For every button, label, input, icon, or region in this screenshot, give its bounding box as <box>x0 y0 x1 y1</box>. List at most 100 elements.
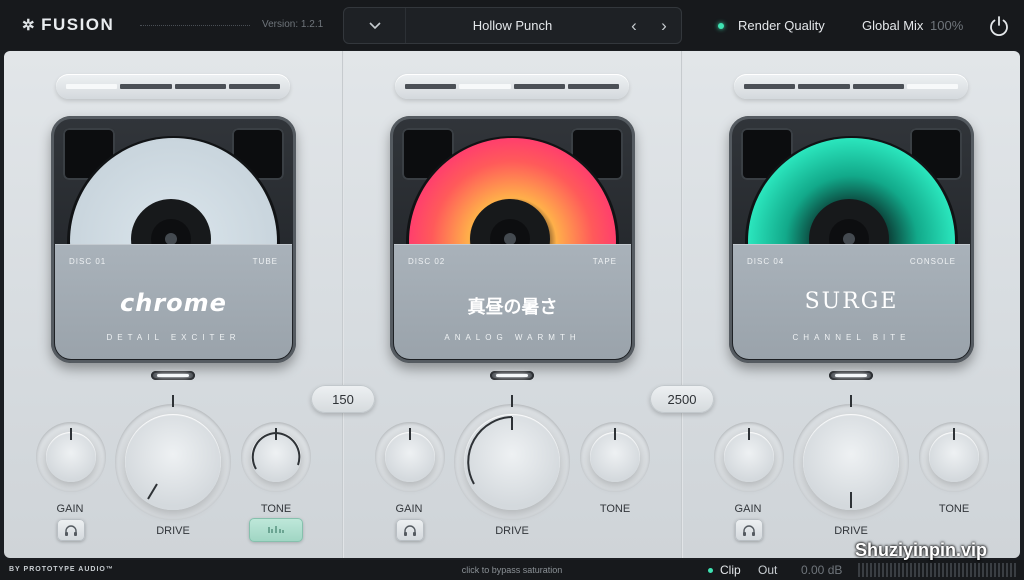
preset-name[interactable]: Hollow Punch <box>406 8 619 43</box>
band-2: DISC 02 TAPE 真昼の暑さ ANALOG WARMTH GAIN DR… <box>343 51 681 558</box>
disc-subtitle: ANALOG WARMTH <box>444 333 581 342</box>
knob-top-tick <box>850 395 852 407</box>
render-quality-label: Render Quality <box>738 18 825 33</box>
band-led <box>151 371 195 380</box>
disc-info-panel: DISC 01 TUBE chrome DETAIL EXCITER <box>55 244 292 359</box>
disc-subtitle: CHANNEL BITE <box>792 333 911 342</box>
disc-name: chrome <box>120 289 227 317</box>
status-dot-icon <box>718 22 724 29</box>
prev-preset-button[interactable]: ‹ <box>619 8 649 43</box>
tone-graph-button[interactable] <box>249 518 303 542</box>
knob-indicator <box>748 428 750 440</box>
disc-info-panel: DISC 02 TAPE 真昼の暑さ ANALOG WARMTH <box>394 244 631 359</box>
band-led <box>490 371 534 380</box>
headphones-icon <box>65 524 77 536</box>
disc-type: TAPE <box>592 257 617 266</box>
disc-number: DISC 04 <box>747 257 785 266</box>
drive-label: DRIVE <box>834 525 868 537</box>
solo-button[interactable] <box>57 519 85 541</box>
segment[interactable] <box>228 84 280 89</box>
knob-indicator <box>275 428 277 440</box>
clip-dot-icon <box>708 567 713 573</box>
tone-label: TONE <box>599 503 631 515</box>
knob-indicator <box>409 428 411 440</box>
drive-indicator <box>147 483 158 500</box>
footer-bar: BY PROTOTYPE AUDIO™ click to bypass satu… <box>0 560 1024 580</box>
knob-top-tick <box>511 395 513 407</box>
crossover-high[interactable]: 2500 <box>650 385 714 413</box>
output-level[interactable]: 0.00 dB <box>801 563 842 577</box>
preset-dropdown-button[interactable] <box>344 8 406 43</box>
chevron-left-icon: ‹ <box>631 15 637 35</box>
render-quality-toggle[interactable]: Render Quality <box>718 18 825 33</box>
solo-button[interactable] <box>735 519 763 541</box>
crossover-low[interactable]: 150 <box>311 385 375 413</box>
segment[interactable] <box>459 84 511 89</box>
band-selector[interactable] <box>395 74 629 99</box>
gain-label: GAIN <box>56 503 84 515</box>
band-selector[interactable] <box>734 74 968 99</box>
watermark: Shuziyinpin.vip <box>855 540 988 560</box>
tone-label: TONE <box>260 503 292 515</box>
global-mix-value[interactable]: 100% <box>930 18 963 33</box>
band-selector[interactable] <box>56 74 290 99</box>
disc-type: TUBE <box>252 257 278 266</box>
disc-number: DISC 01 <box>69 257 107 266</box>
segment[interactable] <box>174 84 226 89</box>
knob-top-tick <box>172 395 174 407</box>
disc-number: DISC 02 <box>408 257 446 266</box>
solo-button[interactable] <box>396 519 424 541</box>
disc-type: CONSOLE <box>909 257 956 266</box>
global-mix-label: Global Mix <box>862 18 924 33</box>
segment[interactable] <box>852 84 904 89</box>
main-panel: DISC 01 TUBE chrome DETAIL EXCITER GAIN <box>4 51 1020 558</box>
drive-label: DRIVE <box>495 525 529 537</box>
disc-subtitle: DETAIL EXCITER <box>106 333 241 342</box>
plugin-window: ✲ FUSION Version: 1.2.1 Hollow Punch ‹ ›… <box>0 0 1024 580</box>
chevron-right-icon: › <box>661 15 667 35</box>
logo: ✲ FUSION <box>22 15 114 35</box>
disc-unit[interactable]: DISC 01 TUBE chrome DETAIL EXCITER <box>51 116 296 363</box>
band-1: DISC 01 TUBE chrome DETAIL EXCITER GAIN <box>4 51 342 558</box>
version-label: Version: 1.2.1 <box>262 19 324 30</box>
next-preset-button[interactable]: › <box>649 8 679 43</box>
segment[interactable] <box>513 84 565 89</box>
disc-info-panel: DISC 04 CONSOLE SURGE CHANNEL BITE <box>733 244 970 359</box>
preset-selector: Hollow Punch ‹ › <box>343 7 682 44</box>
chevron-down-icon <box>368 21 381 29</box>
drive-arc <box>467 416 513 485</box>
out-label: Out <box>758 563 778 577</box>
band-3: DISC 04 CONSOLE SURGE CHANNEL BITE GAIN … <box>682 51 1020 558</box>
segment[interactable] <box>798 84 850 89</box>
logo-star-icon: ✲ <box>22 17 37 34</box>
disc-unit[interactable]: DISC 04 CONSOLE SURGE CHANNEL BITE <box>729 116 974 363</box>
tone-label: TONE <box>938 503 970 515</box>
segment[interactable] <box>567 84 619 89</box>
segment[interactable] <box>66 84 118 89</box>
headphones-icon <box>404 524 416 536</box>
disc-unit[interactable]: DISC 02 TAPE 真昼の暑さ ANALOG WARMTH <box>390 116 635 363</box>
knob-indicator <box>953 428 955 440</box>
disc-name: 真昼の暑さ <box>467 297 558 317</box>
power-button[interactable] <box>986 13 1012 39</box>
header-bar: ✲ FUSION Version: 1.2.1 Hollow Punch ‹ ›… <box>0 0 1024 50</box>
clip-toggle[interactable]: Clip <box>708 563 741 577</box>
output-meter <box>858 563 1018 577</box>
clip-label: Clip <box>720 563 741 577</box>
logo-text: FUSION <box>41 15 115 34</box>
headphones-icon <box>743 524 755 536</box>
header-divider <box>140 25 250 26</box>
gain-label: GAIN <box>734 503 762 515</box>
segment[interactable] <box>906 84 958 89</box>
segment[interactable] <box>120 84 172 89</box>
knob-indicator <box>614 428 616 440</box>
gain-label: GAIN <box>395 503 423 515</box>
segment[interactable] <box>744 84 796 89</box>
disc-name: SURGE <box>804 289 899 314</box>
segment[interactable] <box>405 84 457 89</box>
spectrum-icon <box>268 526 284 533</box>
band-led <box>829 371 873 380</box>
knob-indicator <box>70 428 72 440</box>
drive-indicator <box>850 492 852 508</box>
power-icon <box>990 16 1008 37</box>
